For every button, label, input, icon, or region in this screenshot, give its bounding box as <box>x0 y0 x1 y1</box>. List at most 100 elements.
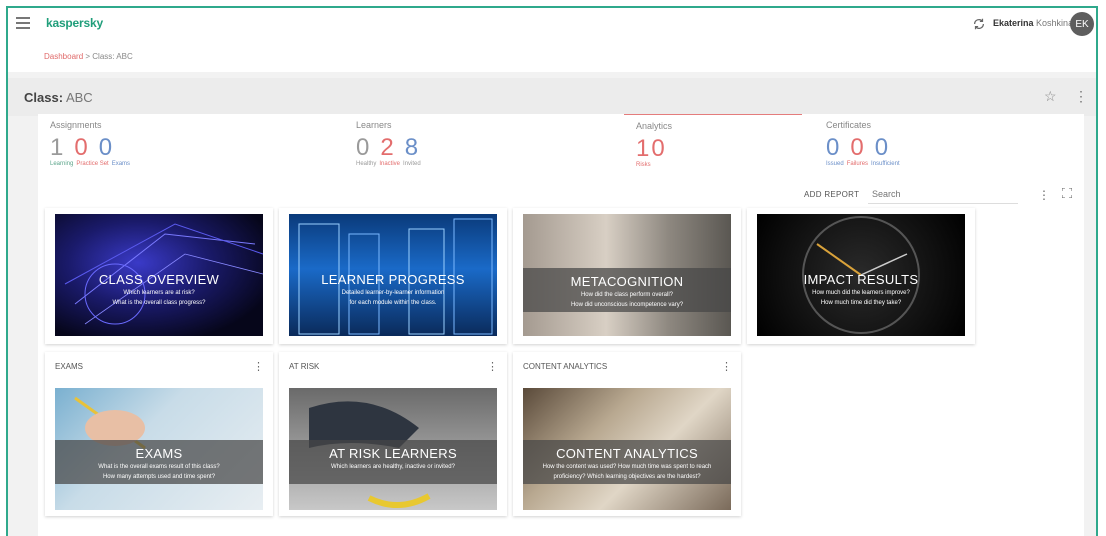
stat-label: Exams <box>111 161 131 167</box>
kaspersky-logo[interactable]: kaspersky <box>46 16 103 30</box>
card-subtitle: How the content was used? How much time … <box>542 464 712 470</box>
stat-label: Failures <box>846 161 869 167</box>
stat-insufficient-count: 0 <box>874 134 891 161</box>
report-card-learner-progress[interactable]: LEARNER PROGRESS Detailed learner-by-lea… <box>279 208 507 344</box>
card-subtitle: How did unconscious incompetence vary? <box>570 302 684 308</box>
report-card-exams[interactable]: EXAMS ⋮ EXAMS What is the overall exams … <box>45 352 273 516</box>
tab-assignments[interactable]: Assignments 100 Learning Practice Set Exam… <box>38 114 336 176</box>
card-more-icon[interactable]: ⋮ <box>721 360 732 373</box>
card-subtitle: Which learners are healthy, inactive or … <box>331 464 455 470</box>
reports-panel: ADD REPORT ⋮ CLASS OVERVIEW Which learne… <box>38 176 1084 536</box>
card-subtitle: Which learners are at risk? <box>123 290 195 296</box>
more-options-icon[interactable]: ⋮ <box>1074 88 1088 105</box>
card-header: EXAMS <box>55 362 84 371</box>
card-subtitle: proficiency? Which learning objectives a… <box>553 474 701 480</box>
tab-analytics[interactable]: Analytics 10 Risks <box>624 114 802 176</box>
card-subtitle: Detailed learner-by-learner information <box>341 290 445 296</box>
app-frame: kaspersky Ekaterina Koshkina EK Dashboar… <box>6 6 1098 536</box>
content-analytics-image: CONTENT ANALYTICS How the content was us… <box>523 388 731 510</box>
breadcrumb: Dashboard > Class: ABC <box>44 52 133 61</box>
card-title: CLASS OVERVIEW <box>98 272 220 287</box>
report-card-content-analytics[interactable]: CONTENT ANALYTICS ⋮ CONTENT ANALYTICS Ho… <box>513 352 741 516</box>
stats-tabs: Assignments 100 Learning Practice Set Exam… <box>38 114 1084 176</box>
report-card-at-risk[interactable]: AT RISK ⋮ AT RISK LEARNERS Which learner… <box>279 352 507 516</box>
avatar[interactable]: EK <box>1070 12 1094 36</box>
stat-label: Insufficient <box>871 161 900 167</box>
breadcrumb-separator: > <box>85 52 91 61</box>
stat-risks-count: 10 <box>636 135 667 162</box>
stat-label: Learning <box>50 161 74 167</box>
card-title: LEARNER PROGRESS <box>321 272 465 287</box>
breadcrumb-current: Class: ABC <box>92 52 133 61</box>
card-subtitle: How much did the learners improve? <box>812 290 910 296</box>
card-overlay: METACOGNITION How did the class perform … <box>523 268 731 312</box>
stat-label: Issued <box>826 161 844 167</box>
card-overlay: CLASS OVERVIEW Which learners are at ris… <box>55 266 263 310</box>
card-overlay: IMPACT RESULTS How much did the learners… <box>757 266 965 310</box>
star-icon[interactable]: ☆ <box>1044 88 1057 105</box>
stat-title: Certificates <box>826 120 872 130</box>
stat-learning-count: 1 <box>50 134 66 161</box>
sync-icon[interactable] <box>972 17 986 31</box>
add-report-button[interactable]: ADD REPORT <box>804 190 859 199</box>
card-more-icon[interactable]: ⋮ <box>487 360 498 373</box>
stat-label: Invited <box>403 161 421 167</box>
card-overlay: AT RISK LEARNERS Which learners are heal… <box>289 440 497 484</box>
stat-inactive-count: 2 <box>380 134 396 161</box>
stat-issued-count: 0 <box>826 134 842 161</box>
card-title: CONTENT ANALYTICS <box>556 446 698 461</box>
card-title: IMPACT RESULTS <box>803 272 919 287</box>
stat-healthy-count: 0 <box>356 134 372 161</box>
card-overlay: CONTENT ANALYTICS How the content was us… <box>523 440 731 484</box>
stat-failures-count: 0 <box>850 134 866 161</box>
stat-invited-count: 8 <box>404 134 421 161</box>
card-overlay: LEARNER PROGRESS Detailed learner-by-lea… <box>289 266 497 310</box>
card-header: CONTENT ANALYTICS <box>523 362 608 371</box>
card-title: AT RISK LEARNERS <box>329 446 457 461</box>
card-title: METACOGNITION <box>570 274 684 289</box>
report-card-class-overview[interactable]: CLASS OVERVIEW Which learners are at ris… <box>45 208 273 344</box>
menu-icon[interactable] <box>16 17 30 29</box>
breadcrumb-bar <box>8 44 1096 72</box>
user-first-name: Ekaterina <box>993 18 1034 28</box>
card-subtitle: How much time did they take? <box>820 300 902 306</box>
tab-learners[interactable]: Learners 028 Healthy Inactive Invited <box>344 114 620 176</box>
fullscreen-icon[interactable] <box>1062 188 1072 198</box>
card-overlay: EXAMS What is the overall exams result o… <box>55 440 263 484</box>
at-risk-image: AT RISK LEARNERS Which learners are heal… <box>289 388 497 510</box>
top-bar: kaspersky Ekaterina Koshkina EK <box>8 8 1096 44</box>
exams-image: EXAMS What is the overall exams result o… <box>55 388 263 510</box>
stat-label: Healthy <box>356 161 377 167</box>
card-subtitle: What is the overall class progress? <box>112 300 206 306</box>
class-prefix: Class: <box>24 90 64 105</box>
stat-exams-count: 0 <box>98 134 115 161</box>
class-title-bar: Class: ABC ☆ ⋮ <box>8 78 1096 116</box>
tab-certificates[interactable]: Certificates 000 Issued Failures Insuffici… <box>814 114 1084 176</box>
breadcrumb-dashboard-link[interactable]: Dashboard <box>44 52 83 61</box>
card-more-icon[interactable]: ⋮ <box>253 360 264 373</box>
stat-label: Inactive <box>379 161 401 167</box>
card-subtitle: How many attempts used and time spent? <box>102 474 216 480</box>
user-name[interactable]: Ekaterina Koshkina <box>993 18 1073 28</box>
report-card-impact-results[interactable]: IMPACT RESULTS How much did the learners… <box>747 208 975 344</box>
stat-label: Risks <box>636 162 651 168</box>
impact-results-image: IMPACT RESULTS How much did the learners… <box>757 214 965 336</box>
class-name: ABC <box>65 90 93 105</box>
card-subtitle: How did the class perform overall? <box>580 292 674 298</box>
card-subtitle: for each module within the class. <box>349 300 437 306</box>
stat-label: Practice Set <box>76 161 109 167</box>
stat-title: Learners <box>356 120 392 130</box>
card-title: EXAMS <box>135 446 183 461</box>
more-options-icon[interactable]: ⋮ <box>1038 188 1050 202</box>
card-header: AT RISK <box>289 362 320 371</box>
class-overview-image: CLASS OVERVIEW Which learners are at ris… <box>55 214 263 336</box>
page-title: Class: ABC <box>24 90 93 105</box>
stat-title: Assignments <box>50 120 102 130</box>
card-subtitle: What is the overall exams result of this… <box>98 464 220 470</box>
metacognition-image: METACOGNITION How did the class perform … <box>523 214 731 336</box>
report-card-metacognition[interactable]: METACOGNITION How did the class perform … <box>513 208 741 344</box>
stat-title: Analytics <box>636 121 673 131</box>
stat-practice-count: 0 <box>74 134 90 161</box>
search-input[interactable] <box>868 184 1018 204</box>
user-last-name: Koshkina <box>1036 18 1074 28</box>
